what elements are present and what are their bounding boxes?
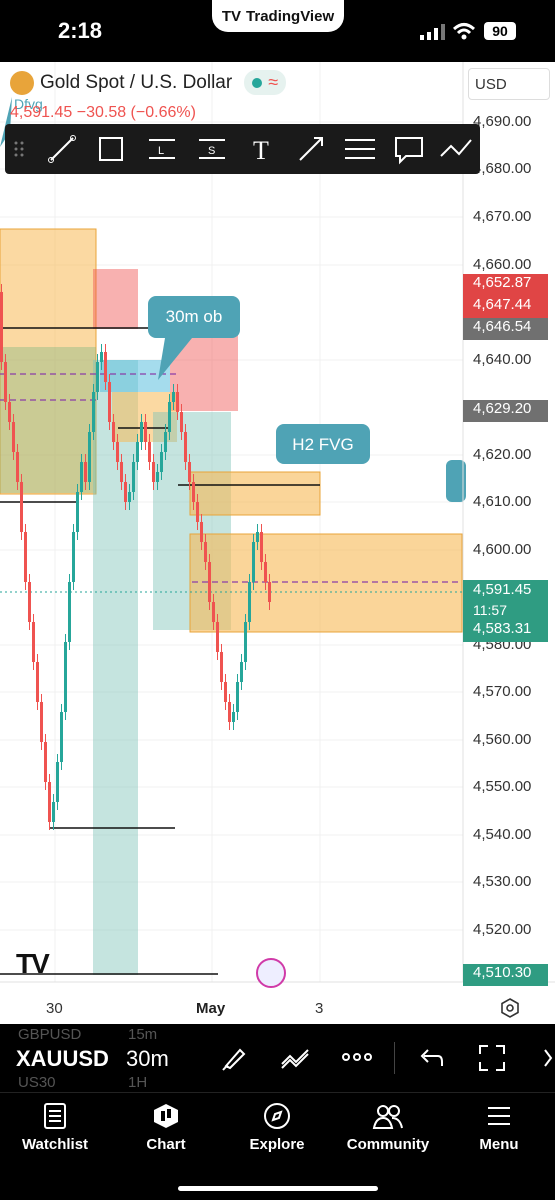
price-axis-label: 4,530.00 [473,873,532,890]
price-axis-label: 4,570.00 [473,683,532,700]
status-bar: 2:18 TV TradingView 90 [0,0,555,62]
bar-countdown: 11:57 [473,602,507,618]
indicators-icon[interactable] [280,1044,310,1072]
fullscreen-icon[interactable] [478,1044,506,1072]
wave-icon: ≈ [268,72,279,92]
next-symbol[interactable]: US30 [18,1074,56,1091]
chart-area[interactable]: 30m ob H2 FVG Dfvg Gold Spot / U.S. Doll… [0,62,555,1024]
compass-icon [264,1103,290,1129]
community-icon [372,1105,403,1129]
nav-explore-label: Explore [249,1136,305,1153]
chart-title: Gold Spot / U.S. Dollar [40,71,233,93]
status-pill[interactable]: ≈ [244,70,287,95]
price-axis-label: 4,680.00 [473,160,532,177]
battery-icon: 90 [484,22,516,40]
bottom-area: GBPUSD 15m XAUUSD 30m US30 1H Watchlist … [0,1024,555,1200]
tv-watermark-icon: TV [16,948,50,979]
price-axis-label: 4,670.00 [473,208,532,225]
price-axis-label: 4,550.00 [473,778,532,795]
parallel-channel-icon[interactable] [341,130,379,168]
time-label-30: 30 [46,1000,63,1017]
svg-text:S: S [208,145,215,157]
short-position-icon[interactable]: S [193,130,231,168]
time-label-may: May [196,1000,226,1017]
prev-symbol[interactable]: GBPUSD [18,1026,81,1043]
arrow-tool-icon[interactable] [292,130,330,168]
symbol-name[interactable]: XAUUSD [16,1046,109,1072]
price-tag-red-2: 4,647.44 [463,296,548,318]
ob-label: 30m ob [166,307,223,326]
ob-zone-red [93,269,138,329]
home-indicator [178,1186,378,1191]
nav-watchlist[interactable]: Watchlist [10,1102,100,1153]
quote-line: 4,591.45 −30.58 (−0.66%) [10,104,196,121]
gold-icon [10,70,34,95]
price-tag-grey-2: 4,629.20 [463,400,548,422]
signal-icon [420,24,445,40]
currency-select[interactable]: USD [468,68,550,100]
tradingview-pill[interactable]: TV TradingView [212,0,344,32]
path-tool-icon[interactable] [437,130,475,168]
price-tag-red-1: 4,652.87 [463,274,548,296]
current-price: 4,591.45 [473,581,532,598]
long-position-icon[interactable]: L [143,130,181,168]
next-arrow-icon[interactable] [543,1048,553,1068]
price-tag-bottom: 4,510.30 [463,964,548,986]
app-name: TradingView [246,7,335,25]
watchlist-icon [44,1103,66,1129]
current-price-tag: 4,591.45 11:57 [463,580,548,620]
price-axis-label: 4,640.00 [473,351,532,368]
nav-chart[interactable]: Chart [121,1102,211,1153]
drag-handle-icon[interactable] [13,140,25,158]
trend-line-icon[interactable] [43,130,81,168]
status-time: 2:18 [58,18,103,43]
nav-explore[interactable]: Explore [232,1102,322,1153]
nav-divider [0,1092,555,1093]
tradingview-logo-icon: TV [221,7,242,25]
settings-icon[interactable] [500,998,520,1018]
more-icon[interactable] [342,1052,372,1062]
text-tool-icon[interactable]: T [243,130,281,168]
nav-watchlist-label: Watchlist [21,1136,89,1153]
rectangle-icon[interactable] [92,130,130,168]
price-axis-label: 4,610.00 [473,493,532,510]
drawing-toolbar[interactable]: L S T [5,124,480,174]
h2-fvg-zone [189,471,321,516]
price-axis-label: 4,620.00 [473,446,532,463]
time-label-3: 3 [315,1000,324,1017]
interval-select[interactable]: 30m [126,1046,169,1072]
nav-menu[interactable]: Menu [454,1102,544,1153]
price-axis-label: 4,600.00 [473,541,532,558]
nav-menu-label: Menu [479,1136,519,1153]
prev-interval[interactable]: 15m [128,1026,157,1043]
teal-column [93,360,138,975]
economic-events-icon[interactable] [256,958,286,988]
fvg-zone-big [189,533,463,633]
price-tag-grey-1: 4,646.54 [463,318,548,340]
chart-icon [154,1104,178,1128]
price-axis-label: 4,690.00 [473,113,532,130]
market-open-icon [252,77,263,88]
price-axis-label: 4,660.00 [473,256,532,273]
bar-divider [394,1042,395,1074]
price-chart[interactable]: 30m ob H2 FVG Dfvg [0,62,555,1024]
price-tag-green: 4,583.31 [463,620,548,642]
nav-community[interactable]: Community [343,1102,433,1153]
next-interval[interactable]: 1H [128,1074,147,1091]
wifi-icon [452,23,476,40]
svg-text:L: L [158,145,164,157]
callout-tool-icon[interactable] [390,130,428,168]
menu-icon [488,1107,510,1125]
price-axis-label: 4,540.00 [473,826,532,843]
undo-icon[interactable] [418,1046,444,1070]
symbol-header[interactable]: Gold Spot / U.S. Dollar ≈ [10,70,287,95]
svg-text:T: T [253,136,269,165]
nav-community-label: Community [346,1136,430,1153]
nav-chart-label: Chart [146,1136,186,1153]
brush-icon[interactable] [220,1044,248,1072]
price-axis-label: 4,520.00 [473,921,532,938]
price-axis-label: 4,560.00 [473,731,532,748]
fvg-label: H2 FVG [292,435,353,454]
